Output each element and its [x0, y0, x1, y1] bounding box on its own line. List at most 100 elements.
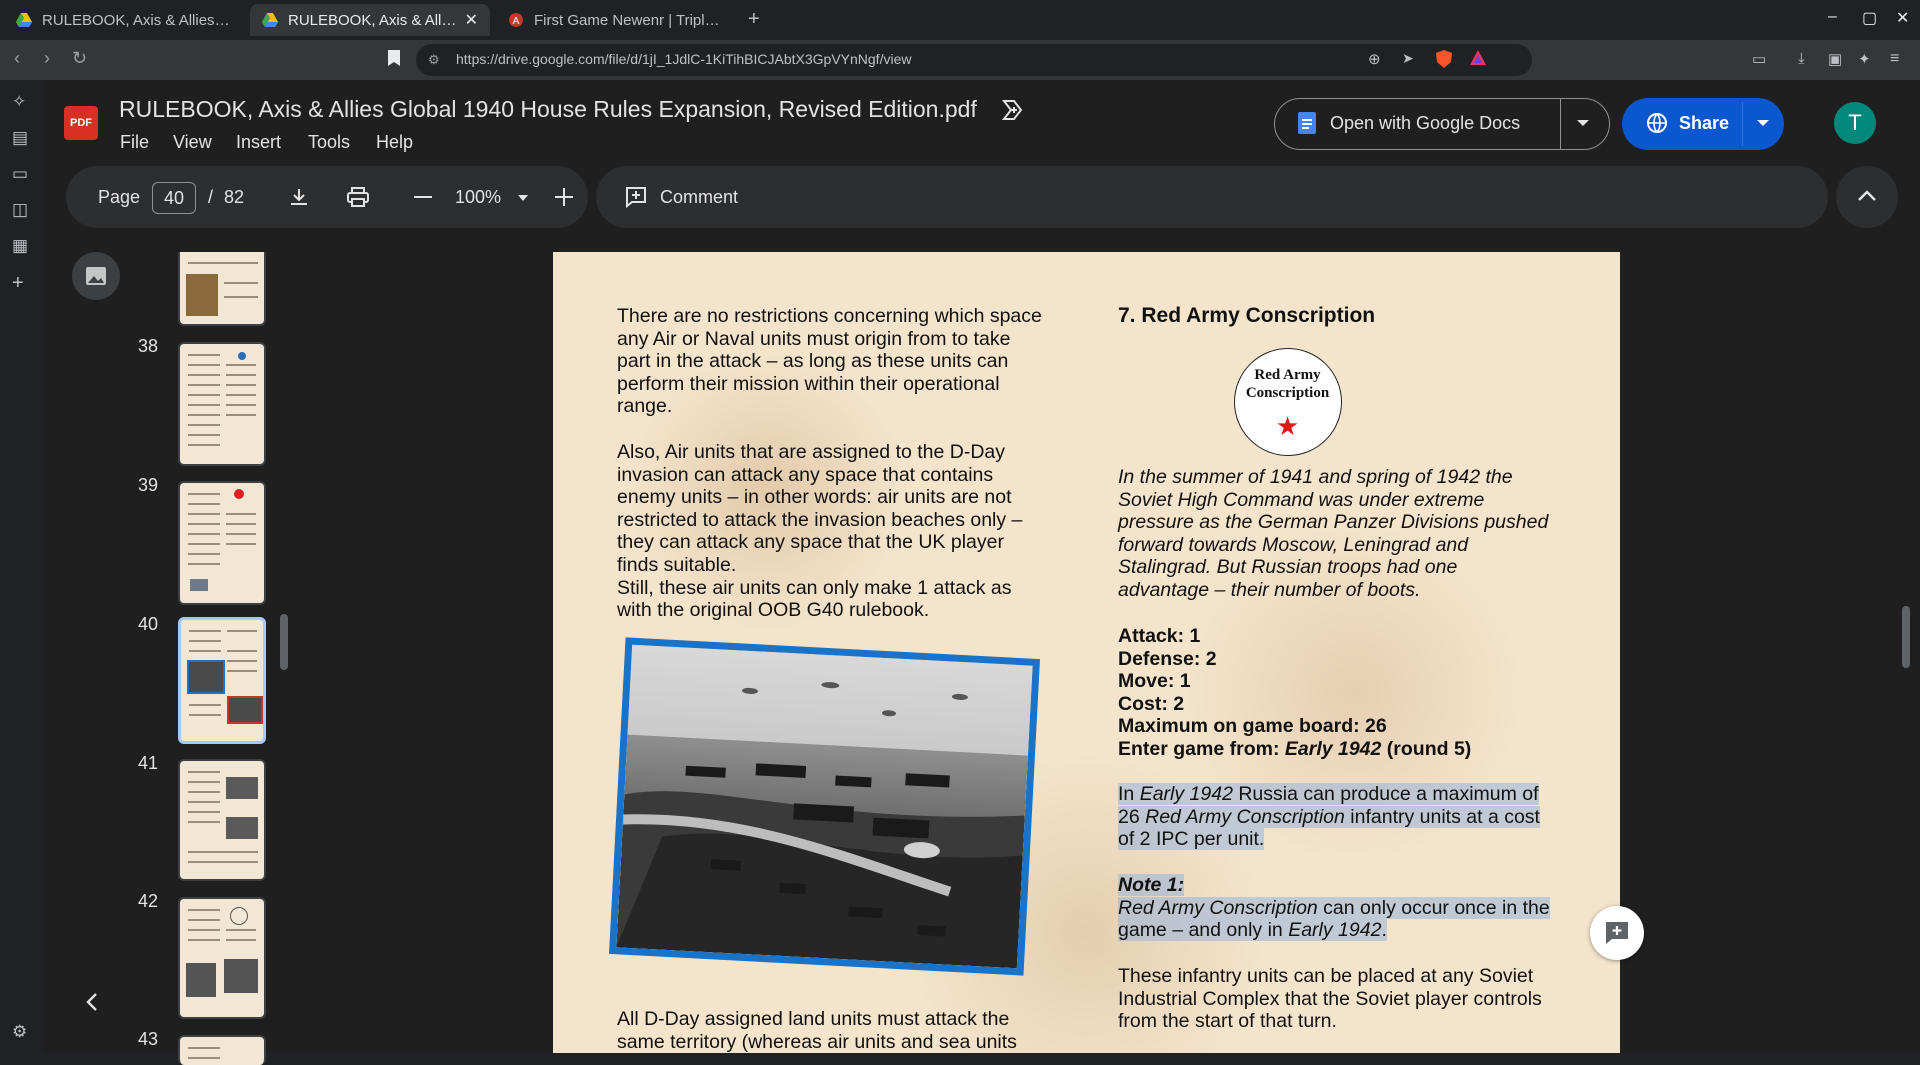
menu-help[interactable]: Help [376, 132, 413, 153]
svg-text:A: A [513, 16, 520, 27]
add-comment-icon[interactable] [624, 185, 648, 209]
red-army-conscription-badge: Red Army Conscription ★ [1234, 348, 1342, 456]
google-drive-icon [262, 13, 278, 27]
menu-insert[interactable]: Insert [236, 132, 281, 153]
thumbnail-number: 42 [138, 891, 159, 911]
thumbnail-number: 43 [138, 1029, 159, 1049]
cast-icon[interactable]: ▭ [1752, 50, 1766, 68]
zoom-icon[interactable]: ⊕ [1368, 50, 1381, 68]
add-sidebar-icon[interactable]: + [12, 272, 24, 295]
send-icon[interactable]: ➤ [1402, 50, 1414, 67]
sidebar-settings-icon[interactable]: ⚙ [12, 1022, 27, 1042]
page-controls-toolbar [66, 166, 588, 228]
wallet-sidebar-icon[interactable]: ◫ [12, 200, 28, 220]
triplea-icon: A [509, 13, 523, 27]
collapse-thumbnails-icon[interactable] [84, 990, 100, 1014]
thumbnail-scrollbar[interactable] [280, 614, 288, 670]
document-title: RULEBOOK, Axis & Allies Global 1940 Hous… [119, 96, 977, 122]
red-star-icon: ★ [1275, 411, 1300, 441]
bookmarks-sidebar-icon[interactable]: ▦ [12, 236, 28, 256]
thumbnail-page-41[interactable] [178, 759, 266, 881]
d-day-landing-photo [608, 637, 1041, 976]
thumbnail-page-40[interactable] [178, 617, 266, 744]
stat-defense: Defense: 2 [1118, 647, 1217, 670]
page-label: Page [98, 187, 141, 207]
account-avatar[interactable]: T [1834, 102, 1876, 144]
thumbnail-page-42[interactable] [178, 897, 266, 1019]
paragraph-production-limit: In Early 1942 Russia can produce a maxim… [1118, 783, 1540, 851]
close-window-button[interactable]: ✕ [1896, 8, 1909, 28]
image-view-button[interactable] [72, 252, 120, 300]
print-icon[interactable] [346, 186, 370, 208]
browser-tab-1[interactable]: RULEBOOK, Axis & Allies Glob [4, 4, 244, 36]
stat-attack: Attack: 1 [1118, 625, 1201, 647]
zoom-level[interactable]: 100% [455, 187, 501, 208]
menu-view[interactable]: View [173, 132, 212, 153]
maximize-button[interactable]: ▢ [1862, 8, 1877, 28]
open-with-dropdown-icon[interactable] [1576, 116, 1590, 130]
url-text[interactable]: https://drive.google.com/file/d/1jI_1Jdl… [456, 51, 911, 67]
download-icon[interactable]: ⤓ [1798, 50, 1805, 67]
thumbnail-number: 40 [138, 614, 159, 634]
browser-sidebar [0, 80, 45, 1053]
open-with-label: Open with Google Docs [1330, 113, 1521, 133]
menu-file[interactable]: File [120, 132, 149, 153]
site-settings-icon[interactable]: ⚙ [428, 52, 440, 68]
zoom-dropdown-icon[interactable] [516, 191, 530, 205]
bookmark-icon[interactable] [388, 50, 400, 66]
menu-tools[interactable]: Tools [308, 132, 350, 153]
unit-stats: Attack: 1 Defense: 2 Move: 1 Cost: 2 Max… [1118, 625, 1471, 761]
page-number-input[interactable]: 40 [152, 182, 196, 214]
leo-sidebar-icon[interactable]: ✧ [12, 92, 26, 112]
reload-icon[interactable]: ↻ [72, 48, 87, 69]
new-tab-button[interactable]: + [748, 8, 760, 31]
chevron-up-icon [1857, 189, 1877, 203]
tab-title: First Game Newenr | TripleA F [534, 11, 724, 29]
google-docs-icon [1298, 112, 1316, 134]
wallet-icon[interactable]: ▣ [1828, 50, 1842, 68]
stat-enter: Enter game from: Early 1942 (round 5) [1118, 737, 1472, 760]
back-icon[interactable]: ‹ [14, 48, 20, 69]
close-tab-icon[interactable]: ✕ [465, 10, 478, 30]
browser-tab-3[interactable]: A First Game Newenr | TripleA F [496, 4, 736, 36]
reading-list-icon[interactable]: ▤ [12, 128, 28, 148]
news-icon[interactable]: ▭ [12, 164, 28, 184]
note-1: Note 1: Red Army Conscription can only o… [1118, 874, 1550, 942]
page-total: 82 [224, 187, 245, 207]
badge-line-1: Red Army [1254, 367, 1321, 383]
zoom-in-icon[interactable] [554, 187, 574, 207]
stat-move: Move: 1 [1118, 670, 1191, 693]
leo-ai-icon[interactable]: ✦ [1858, 50, 1871, 68]
thumbnail-number: 39 [138, 475, 159, 495]
add-comment-icon [1606, 922, 1628, 944]
download-icon[interactable] [288, 186, 310, 208]
browser-tab-2[interactable]: RULEBOOK, Axis & Allies G ✕ [250, 4, 490, 36]
share-divider [1742, 102, 1743, 146]
add-shortcut-icon[interactable] [998, 98, 1024, 122]
brave-rewards-icon[interactable] [1470, 50, 1486, 66]
paragraph-placement: These infantry units can be placed at an… [1118, 965, 1542, 1033]
share-dropdown-icon[interactable] [1756, 116, 1770, 130]
image-icon [86, 267, 106, 285]
globe-icon [1646, 112, 1668, 134]
brave-shield-icon[interactable] [1436, 50, 1452, 68]
comment-label[interactable]: Comment [660, 187, 738, 208]
minimize-button[interactable]: – [1828, 8, 1837, 26]
section-heading: 7. Red Army Conscription [1118, 304, 1376, 327]
paragraph-intro: In the summer of 1941 and spring of 1942… [1118, 466, 1549, 601]
thumbnail-page-37[interactable] [178, 252, 266, 326]
zoom-out-icon[interactable] [414, 196, 432, 198]
menu-icon[interactable]: ≡ [1890, 50, 1899, 68]
thumbnail-page-39[interactable] [178, 481, 266, 605]
thumbnail-page-38[interactable] [178, 342, 266, 466]
stat-max: Maximum on game board: 26 [1118, 715, 1387, 738]
forward-icon[interactable]: › [44, 48, 50, 69]
thumbnail-page-43[interactable] [178, 1035, 266, 1065]
document-scrollbar[interactable] [1902, 606, 1910, 668]
google-drive-icon [16, 13, 32, 27]
pdf-file-icon: PDF [64, 106, 98, 140]
add-comment-fab[interactable] [1590, 906, 1644, 960]
comment-toolbar [596, 166, 1828, 228]
thumbnail-number: 41 [138, 753, 159, 773]
share-label: Share [1679, 113, 1730, 133]
